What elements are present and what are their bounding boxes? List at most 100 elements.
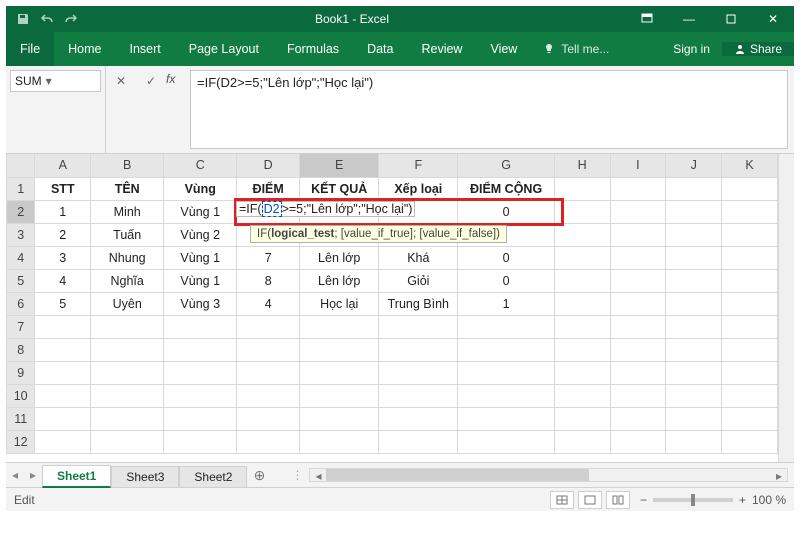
cancel-formula-icon[interactable]: ✕ [113, 74, 129, 88]
cell[interactable]: 5 [35, 292, 91, 315]
vertical-scrollbar[interactable] [778, 154, 794, 462]
row-header[interactable]: 5 [7, 269, 35, 292]
close-button[interactable]: ✕ [752, 6, 794, 32]
cell[interactable] [164, 338, 237, 361]
cell[interactable]: 4 [35, 269, 91, 292]
redo-icon[interactable] [64, 12, 78, 26]
cell[interactable] [610, 361, 666, 384]
cell[interactable]: Nhung [91, 246, 164, 269]
cell[interactable] [91, 361, 164, 384]
view-page-layout-icon[interactable] [578, 491, 602, 509]
cell[interactable] [722, 223, 778, 246]
cell[interactable]: STT [35, 177, 91, 200]
cell[interactable] [458, 407, 554, 430]
cell[interactable]: Tuấn [91, 223, 164, 246]
cell[interactable]: 0 [458, 246, 554, 269]
column-header-H[interactable]: H [554, 154, 610, 177]
cell[interactable]: 3 [35, 246, 91, 269]
row-header[interactable]: 3 [7, 223, 35, 246]
cell[interactable] [610, 292, 666, 315]
cell[interactable] [666, 177, 722, 200]
tab-home[interactable]: Home [54, 32, 115, 66]
view-page-break-icon[interactable] [606, 491, 630, 509]
row-header[interactable]: 9 [7, 361, 35, 384]
cell[interactable] [35, 338, 91, 361]
cell[interactable]: Xếp loại [379, 177, 458, 200]
cell[interactable] [91, 384, 164, 407]
cell[interactable] [610, 246, 666, 269]
tab-view[interactable]: View [476, 32, 531, 66]
cell[interactable]: 8 [237, 269, 300, 292]
cell[interactable] [35, 407, 91, 430]
column-header-K[interactable]: K [722, 154, 778, 177]
cell[interactable]: Lên lớp [300, 246, 379, 269]
cell[interactable]: Vùng 3 [164, 292, 237, 315]
row-header[interactable]: 4 [7, 246, 35, 269]
cell[interactable]: Giỏi [379, 269, 458, 292]
sheet-tab-3[interactable]: Sheet2 [179, 466, 247, 487]
new-sheet-button[interactable]: ⊕ [247, 467, 271, 484]
chevron-down-icon[interactable]: ▾ [42, 74, 56, 88]
cell[interactable] [554, 361, 610, 384]
cell[interactable] [666, 223, 722, 246]
cell[interactable] [164, 430, 237, 453]
zoom-in-button[interactable]: + [739, 493, 746, 507]
cell[interactable] [666, 430, 722, 453]
cell[interactable] [237, 315, 300, 338]
cell[interactable] [610, 223, 666, 246]
select-all[interactable] [7, 154, 35, 177]
cell[interactable] [379, 384, 458, 407]
cell[interactable]: 4 [237, 292, 300, 315]
cell[interactable] [237, 407, 300, 430]
cell[interactable] [554, 269, 610, 292]
cell[interactable]: Nghĩa [91, 269, 164, 292]
cell[interactable] [35, 315, 91, 338]
cell[interactable]: 0 [458, 200, 554, 223]
column-header-A[interactable]: A [35, 154, 91, 177]
cell[interactable] [554, 200, 610, 223]
cell[interactable] [610, 430, 666, 453]
cell[interactable] [722, 200, 778, 223]
cell[interactable]: 1 [35, 200, 91, 223]
cell[interactable] [300, 407, 379, 430]
column-header-J[interactable]: J [666, 154, 722, 177]
zoom-out-button[interactable]: − [640, 493, 647, 507]
cell[interactable]: 0 [458, 269, 554, 292]
cell[interactable] [722, 246, 778, 269]
sheet-nav-prev[interactable]: ◂ [6, 468, 24, 482]
sheet-nav-next[interactable]: ▸ [24, 468, 42, 482]
cell[interactable] [610, 200, 666, 223]
row-header[interactable]: 11 [7, 407, 35, 430]
column-header-C[interactable]: C [164, 154, 237, 177]
column-header-G[interactable]: G [458, 154, 554, 177]
cell[interactable] [237, 338, 300, 361]
column-header-B[interactable]: B [91, 154, 164, 177]
column-header-E[interactable]: E [300, 154, 379, 177]
zoom-slider[interactable] [653, 498, 733, 502]
cell[interactable] [722, 177, 778, 200]
cell[interactable] [237, 361, 300, 384]
cell[interactable]: 7 [237, 246, 300, 269]
minimize-button[interactable]: — [668, 6, 710, 32]
cell[interactable] [610, 338, 666, 361]
cell[interactable] [554, 384, 610, 407]
tab-formulas[interactable]: Formulas [273, 32, 353, 66]
cell[interactable] [554, 246, 610, 269]
cell[interactable]: ĐIỂM [237, 177, 300, 200]
cell[interactable] [666, 407, 722, 430]
cell[interactable]: Vùng 2 [164, 223, 237, 246]
cell[interactable] [164, 361, 237, 384]
cell[interactable] [722, 407, 778, 430]
cell[interactable] [722, 269, 778, 292]
cell[interactable] [610, 177, 666, 200]
row-header[interactable]: 8 [7, 338, 35, 361]
name-box[interactable]: SUM ▾ [10, 70, 101, 92]
cell[interactable] [300, 384, 379, 407]
share-button[interactable]: Share [722, 42, 794, 56]
cell[interactable] [91, 430, 164, 453]
cell[interactable] [379, 315, 458, 338]
tell-me-search[interactable]: Tell me... [531, 32, 621, 66]
cell[interactable] [379, 430, 458, 453]
cell[interactable] [35, 430, 91, 453]
cell[interactable] [610, 407, 666, 430]
